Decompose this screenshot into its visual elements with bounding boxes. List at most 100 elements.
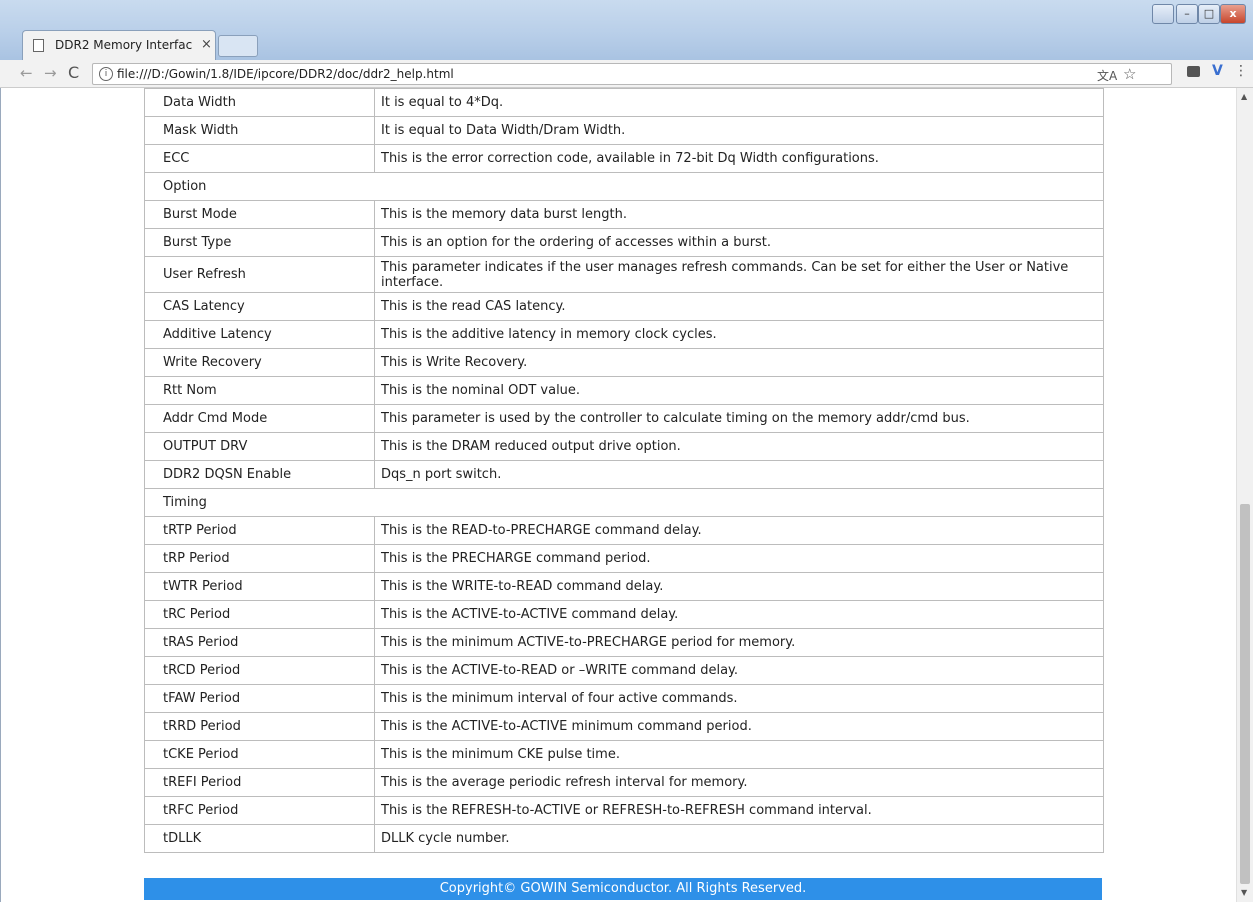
- table-row: tRCD Period This is the ACTIVE-to-READ or…: [144, 656, 1104, 685]
- table-row: Write Recovery This is Write Recovery.: [144, 348, 1104, 377]
- tab-title: DDR2 Memory Interfac: [55, 38, 193, 52]
- table-row: CAS Latency This is the read CAS latency.: [144, 292, 1104, 321]
- table-row: Burst Mode This is the memory data burst …: [144, 200, 1104, 229]
- param-name: Burst Mode: [144, 200, 375, 229]
- param-description: This is the PRECHARGE command period.: [374, 544, 1104, 573]
- param-description: This is the ACTIVE-to-ACTIVE command del…: [374, 600, 1104, 629]
- param-name: OUTPUT DRV: [144, 432, 375, 461]
- table-row: Mask Width It is equal to Data Width/Dram…: [144, 116, 1104, 145]
- param-name: CAS Latency: [144, 292, 375, 321]
- info-icon[interactable]: i: [99, 67, 113, 81]
- param-description: It is equal to 4*Dq.: [374, 88, 1104, 117]
- param-name: tWTR Period: [144, 572, 375, 601]
- param-name: tRTP Period: [144, 516, 375, 545]
- tab-close-icon[interactable]: ×: [201, 37, 212, 53]
- browser-tab[interactable]: DDR2 Memory Interfac ×: [22, 30, 216, 60]
- parameter-table: Data Width It is equal to 4*Dq. Mask Width…: [144, 88, 1104, 853]
- close-button[interactable]: x: [1220, 4, 1246, 24]
- section-label: Option: [144, 172, 1104, 201]
- v-extension-icon[interactable]: V: [1212, 63, 1223, 79]
- reload-icon[interactable]: C: [68, 65, 79, 81]
- address-bar[interactable]: i file:///D:/Gowin/1.8/IDE/ipcore/DDR2/d…: [92, 63, 1172, 85]
- bookmark-star-icon[interactable]: ☆: [1123, 65, 1136, 83]
- param-name: Rtt Nom: [144, 376, 375, 405]
- param-description: This is the average periodic refresh int…: [374, 768, 1104, 797]
- param-description: This parameter is used by the controller…: [374, 404, 1104, 433]
- param-description: This parameter indicates if the user man…: [374, 256, 1104, 293]
- vertical-scrollbar[interactable]: ▲ ▼: [1236, 88, 1253, 902]
- param-name: ECC: [144, 144, 375, 173]
- section-label: Timing: [144, 488, 1104, 517]
- table-row: Data Width It is equal to 4*Dq.: [144, 88, 1104, 117]
- section-row: Timing: [144, 488, 1104, 517]
- window-titlebar: DDR2 Memory Interfac × – □ x: [0, 0, 1253, 60]
- menu-icon[interactable]: ⋮: [1234, 63, 1248, 79]
- param-name: tRAS Period: [144, 628, 375, 657]
- param-name: Burst Type: [144, 228, 375, 257]
- table-row: tWTR Period This is the WRITE-to-READ com…: [144, 572, 1104, 601]
- param-description: This is the REFRESH-to-ACTIVE or REFRESH…: [374, 796, 1104, 825]
- param-description: This is the minimum interval of four act…: [374, 684, 1104, 713]
- param-description: This is the DRAM reduced output drive op…: [374, 432, 1104, 461]
- param-name: Additive Latency: [144, 320, 375, 349]
- url-text[interactable]: file:///D:/Gowin/1.8/IDE/ipcore/DDR2/doc…: [117, 67, 454, 81]
- scroll-thumb[interactable]: [1240, 504, 1250, 884]
- forward-icon[interactable]: →: [44, 65, 57, 81]
- table-row: tDLLK DLLK cycle number.: [144, 824, 1104, 853]
- window-controls: – □ x: [1152, 4, 1246, 24]
- param-description: This is the minimum CKE pulse time.: [374, 740, 1104, 769]
- param-name: tRRD Period: [144, 712, 375, 741]
- user-icon[interactable]: [1152, 4, 1174, 24]
- param-description: Dqs_n port switch.: [374, 460, 1104, 489]
- table-row: User Refresh This parameter indicates if …: [144, 256, 1104, 293]
- back-icon[interactable]: ←: [20, 65, 33, 81]
- table-row: tCKE Period This is the minimum CKE pulse…: [144, 740, 1104, 769]
- param-name: tRP Period: [144, 544, 375, 573]
- param-description: This is the read CAS latency.: [374, 292, 1104, 321]
- new-tab-button[interactable]: [218, 35, 258, 57]
- scroll-up-icon[interactable]: ▲: [1241, 92, 1247, 101]
- table-row: tRP Period This is the PRECHARGE command …: [144, 544, 1104, 573]
- copyright-footer: Copyright© GOWIN Semiconductor. All Righ…: [144, 878, 1102, 900]
- param-description: This is the WRITE-to-READ command delay.: [374, 572, 1104, 601]
- param-name: Data Width: [144, 88, 375, 117]
- table-row: Additive Latency This is the additive lat…: [144, 320, 1104, 349]
- param-name: tRFC Period: [144, 796, 375, 825]
- param-name: Write Recovery: [144, 348, 375, 377]
- param-name: tREFI Period: [144, 768, 375, 797]
- param-name: tFAW Period: [144, 684, 375, 713]
- table-row: ECC This is the error correction code, av…: [144, 144, 1104, 173]
- param-name: Addr Cmd Mode: [144, 404, 375, 433]
- param-name: tRC Period: [144, 600, 375, 629]
- table-row: tRTP Period This is the READ-to-PRECHARGE…: [144, 516, 1104, 545]
- param-description: This is an option for the ordering of ac…: [374, 228, 1104, 257]
- param-description: This is the memory data burst length.: [374, 200, 1104, 229]
- param-name: tCKE Period: [144, 740, 375, 769]
- maximize-button[interactable]: □: [1198, 4, 1220, 24]
- param-description: This is the READ-to-PRECHARGE command de…: [374, 516, 1104, 545]
- param-description: This is the error correction code, avail…: [374, 144, 1104, 173]
- document-icon: [33, 39, 44, 52]
- param-description: DLLK cycle number.: [374, 824, 1104, 853]
- table-row: tRAS Period This is the minimum ACTIVE-to…: [144, 628, 1104, 657]
- param-name: tRCD Period: [144, 656, 375, 685]
- extension-icon[interactable]: [1187, 66, 1200, 77]
- browser-toolbar: ← → C i file:///D:/Gowin/1.8/IDE/ipcore/…: [0, 60, 1253, 88]
- param-description: This is the nominal ODT value.: [374, 376, 1104, 405]
- table-row: tRFC Period This is the REFRESH-to-ACTIVE…: [144, 796, 1104, 825]
- param-description: This is Write Recovery.: [374, 348, 1104, 377]
- table-row: Burst Type This is an option for the orde…: [144, 228, 1104, 257]
- param-description: It is equal to Data Width/Dram Width.: [374, 116, 1104, 145]
- table-row: DDR2 DQSN Enable Dqs_n port switch.: [144, 460, 1104, 489]
- param-name: Mask Width: [144, 116, 375, 145]
- table-row: tRC Period This is the ACTIVE-to-ACTIVE c…: [144, 600, 1104, 629]
- param-name: DDR2 DQSN Enable: [144, 460, 375, 489]
- param-name: User Refresh: [144, 256, 375, 293]
- scroll-down-icon[interactable]: ▼: [1241, 888, 1247, 897]
- translate-icon[interactable]: 文A: [1097, 67, 1117, 84]
- table-row: Rtt Nom This is the nominal ODT value.: [144, 376, 1104, 405]
- section-row: Option: [144, 172, 1104, 201]
- table-row: OUTPUT DRV This is the DRAM reduced outpu…: [144, 432, 1104, 461]
- minimize-button[interactable]: –: [1176, 4, 1198, 24]
- param-name: tDLLK: [144, 824, 375, 853]
